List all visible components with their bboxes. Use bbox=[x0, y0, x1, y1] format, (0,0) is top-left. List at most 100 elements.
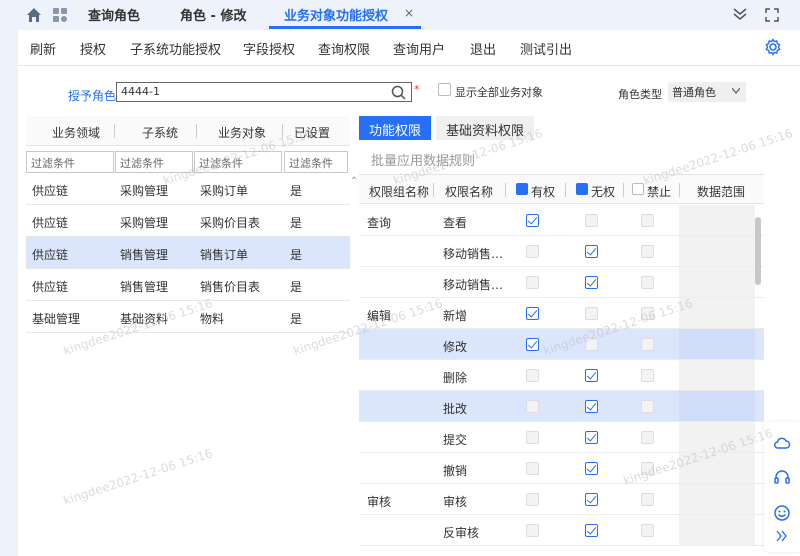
header-forbid-checkbox[interactable] bbox=[632, 183, 644, 195]
role-type-select[interactable]: 普通角色 bbox=[668, 82, 746, 102]
permission-row[interactable]: 删除 bbox=[359, 360, 764, 391]
permission-row[interactable]: 撤销 bbox=[359, 453, 764, 484]
checkbox-forbid[interactable] bbox=[641, 276, 654, 289]
permission-row[interactable]: 提交 bbox=[359, 422, 764, 453]
checkbox-forbid[interactable] bbox=[641, 462, 654, 475]
tab-basic-data-permission[interactable]: 基础资料权限 bbox=[436, 116, 535, 140]
search-icon[interactable] bbox=[391, 85, 406, 100]
checkbox-has[interactable] bbox=[526, 400, 539, 413]
checkbox-forbid[interactable] bbox=[641, 431, 654, 444]
filter-configured[interactable]: 过滤条件 bbox=[284, 151, 348, 173]
header-none-checkbox[interactable] bbox=[576, 183, 588, 195]
checkbox-has[interactable] bbox=[526, 431, 539, 444]
scrollbar-thumb[interactable] bbox=[755, 217, 761, 285]
checkbox-forbid[interactable] bbox=[641, 307, 654, 320]
double-chevron-down-icon[interactable] bbox=[733, 8, 747, 20]
header-data-scope[interactable]: 数据范围 bbox=[697, 183, 745, 200]
data-scope-cell[interactable] bbox=[679, 236, 755, 266]
checkbox-none[interactable] bbox=[585, 369, 598, 382]
header-permission-name[interactable]: 权限名称 bbox=[445, 183, 493, 200]
table-row-selected[interactable]: 供应链 销售管理 销售订单 是 bbox=[26, 237, 350, 269]
data-scope-cell[interactable] bbox=[679, 453, 755, 483]
header-group-name[interactable]: 权限组名称 bbox=[369, 183, 429, 200]
header-business-domain[interactable]: 业务领域 bbox=[52, 124, 100, 141]
table-row[interactable]: 基础管理 基础资料 物料 是 bbox=[26, 301, 350, 333]
refresh-button[interactable]: 刷新 bbox=[30, 39, 56, 58]
checkbox-has[interactable] bbox=[526, 462, 539, 475]
checkbox-has[interactable] bbox=[526, 214, 539, 227]
checkbox-none[interactable] bbox=[585, 245, 598, 258]
test-export-button[interactable]: 测试引出 bbox=[520, 39, 572, 58]
data-scope-cell[interactable] bbox=[679, 391, 755, 421]
table-row[interactable]: 供应链 采购管理 采购价目表 是 bbox=[26, 205, 350, 237]
role-input[interactable]: 4444-1 bbox=[116, 82, 412, 102]
filter-business-object[interactable]: 过滤条件 bbox=[194, 151, 282, 173]
double-chevron-right-icon[interactable] bbox=[776, 530, 788, 542]
checkbox-none[interactable] bbox=[585, 524, 598, 537]
data-scope-cell[interactable] bbox=[679, 422, 755, 452]
query-user-button[interactable]: 查询用户 bbox=[393, 39, 445, 58]
checkbox-forbid[interactable] bbox=[641, 400, 654, 413]
checkbox-has[interactable] bbox=[526, 307, 539, 320]
headset-icon[interactable] bbox=[773, 468, 791, 486]
permission-row[interactable]: 修改 bbox=[359, 329, 764, 360]
checkbox-forbid[interactable] bbox=[641, 245, 654, 258]
header-has-checkbox[interactable] bbox=[516, 183, 528, 195]
exit-button[interactable]: 退出 bbox=[470, 39, 496, 58]
tab-function-permission[interactable]: 功能权限 bbox=[359, 116, 432, 140]
checkbox-none[interactable] bbox=[585, 214, 598, 227]
show-all-checkbox[interactable] bbox=[438, 83, 451, 96]
checkbox-forbid[interactable] bbox=[641, 338, 654, 351]
tab-query-role[interactable]: 查询角色 bbox=[88, 5, 140, 24]
header-configured[interactable]: 已设置 bbox=[294, 124, 330, 141]
tab-close-icon[interactable]: × bbox=[404, 6, 414, 20]
tab-business-object-auth[interactable]: 业务对象功能授权 bbox=[284, 5, 388, 24]
checkbox-none[interactable] bbox=[585, 307, 598, 320]
fullscreen-icon[interactable] bbox=[765, 8, 779, 22]
table-row[interactable]: 供应链 销售管理 销售价目表 是 bbox=[26, 269, 350, 301]
permission-row[interactable]: 审核 审核 bbox=[359, 484, 764, 515]
permission-row[interactable]: 查询 查看 bbox=[359, 205, 764, 236]
permission-row[interactable]: 移动销售… bbox=[359, 267, 764, 298]
checkbox-none[interactable] bbox=[585, 493, 598, 506]
data-scope-cell[interactable] bbox=[679, 267, 755, 297]
checkbox-none[interactable] bbox=[585, 276, 598, 289]
subsystem-auth-button[interactable]: 子系统功能授权 bbox=[130, 39, 221, 58]
permission-row[interactable]: 批改 bbox=[359, 391, 764, 422]
permission-row[interactable]: 编辑 新增 bbox=[359, 298, 764, 329]
checkbox-none[interactable] bbox=[585, 338, 598, 351]
checkbox-none[interactable] bbox=[585, 400, 598, 413]
table-row[interactable]: 供应链 采购管理 采购订单 是 bbox=[26, 173, 350, 205]
home-icon[interactable] bbox=[26, 7, 42, 23]
cloud-icon[interactable] bbox=[773, 434, 791, 452]
data-scope-cell[interactable] bbox=[679, 360, 755, 390]
data-scope-cell[interactable] bbox=[679, 484, 755, 514]
checkbox-forbid[interactable] bbox=[641, 493, 654, 506]
data-scope-cell[interactable] bbox=[679, 298, 755, 328]
checkbox-forbid[interactable] bbox=[641, 524, 654, 537]
checkbox-has[interactable] bbox=[526, 338, 539, 351]
checkbox-none[interactable] bbox=[585, 431, 598, 444]
data-scope-cell[interactable] bbox=[679, 329, 755, 359]
checkbox-forbid[interactable] bbox=[641, 369, 654, 382]
apps-grid-icon[interactable] bbox=[52, 7, 68, 23]
batch-apply-rule-button[interactable]: 批量应用数据规则 bbox=[371, 150, 475, 169]
filter-business-domain[interactable]: 过滤条件 bbox=[26, 151, 114, 173]
gear-icon[interactable] bbox=[764, 38, 782, 56]
authorize-button[interactable]: 授权 bbox=[80, 39, 106, 58]
data-scope-cell[interactable] bbox=[679, 515, 755, 545]
data-scope-cell[interactable] bbox=[679, 205, 755, 235]
checkbox-has[interactable] bbox=[526, 493, 539, 506]
permission-row[interactable]: 反审核 bbox=[359, 515, 764, 546]
checkbox-forbid[interactable] bbox=[641, 214, 654, 227]
query-permission-button[interactable]: 查询权限 bbox=[318, 39, 370, 58]
checkbox-has[interactable] bbox=[526, 276, 539, 289]
header-business-object[interactable]: 业务对象 bbox=[218, 124, 266, 141]
filter-subsystem[interactable]: 过滤条件 bbox=[115, 151, 193, 173]
header-subsystem[interactable]: 子系统 bbox=[142, 124, 178, 141]
smiley-icon[interactable] bbox=[773, 504, 791, 522]
field-auth-button[interactable]: 字段授权 bbox=[243, 39, 295, 58]
checkbox-has[interactable] bbox=[526, 524, 539, 537]
checkbox-none[interactable] bbox=[585, 462, 598, 475]
permission-row[interactable]: 移动销售… bbox=[359, 236, 764, 267]
